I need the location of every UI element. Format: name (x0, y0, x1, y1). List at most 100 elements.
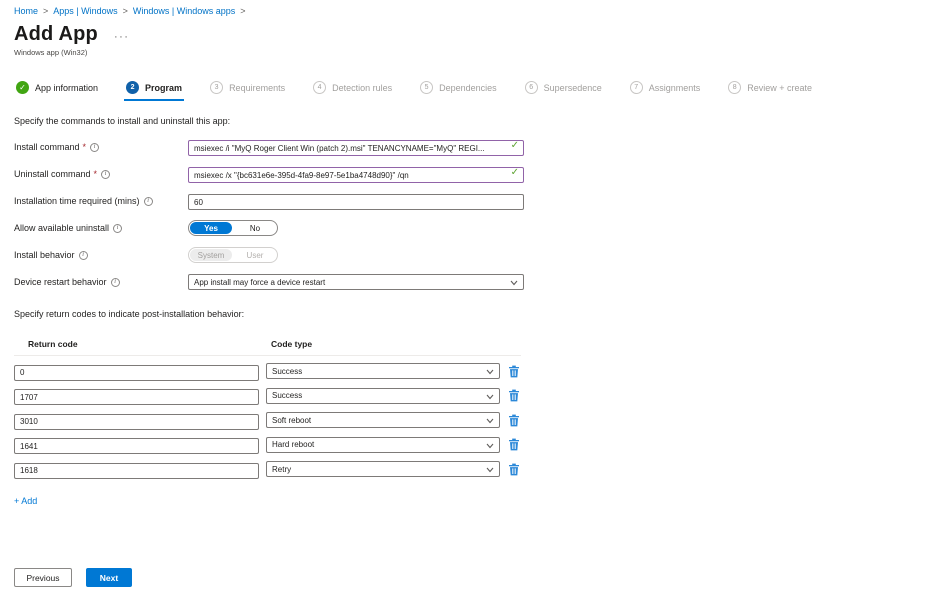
return-code-input[interactable] (14, 389, 259, 405)
step-label: Requirements (229, 83, 285, 93)
return-code-row: Retry (14, 460, 931, 479)
more-actions-ellipsis-icon[interactable]: ··· (114, 31, 130, 46)
field-label-text: Device restart behavior (14, 277, 107, 287)
code-type-select[interactable]: Hard reboot (266, 437, 500, 453)
trash-icon (508, 463, 520, 476)
install-time-input[interactable] (188, 194, 524, 210)
info-icon[interactable]: i (90, 143, 99, 152)
delete-row-button[interactable] (507, 413, 520, 427)
step-label: Dependencies (439, 83, 497, 93)
return-code-input[interactable] (14, 414, 259, 430)
breadcrumb-apps-windows[interactable]: Apps | Windows (53, 6, 117, 16)
breadcrumb-windows-apps[interactable]: Windows | Windows apps (133, 6, 235, 16)
step-label: App information (35, 83, 98, 93)
trash-icon (508, 438, 520, 451)
code-type-column-header: Code type (266, 339, 312, 349)
page-title: Add App (14, 23, 98, 46)
delete-row-button[interactable] (507, 438, 520, 452)
step-review-create[interactable]: 8 Review + create (726, 81, 814, 101)
wizard-footer: Previous Next (14, 568, 132, 587)
trash-icon (508, 365, 520, 378)
return-codes-header: Return code Code type (14, 339, 521, 356)
return-code-input[interactable] (14, 365, 259, 381)
info-icon[interactable]: i (79, 251, 88, 260)
step-label: Review + create (747, 83, 812, 93)
next-button[interactable]: Next (86, 568, 132, 587)
step-label: Assignments (649, 83, 701, 93)
delete-row-button[interactable] (507, 364, 520, 378)
breadcrumb-home[interactable]: Home (14, 6, 38, 16)
info-icon[interactable]: i (144, 197, 153, 206)
step-detection-rules[interactable]: 4 Detection rules (311, 81, 394, 101)
info-icon[interactable]: i (111, 278, 120, 287)
active-step-underline (124, 99, 184, 101)
code-type-select[interactable]: Soft reboot (266, 412, 500, 428)
previous-button[interactable]: Previous (14, 568, 72, 587)
select-value-text: Retry (272, 465, 291, 474)
step-requirements[interactable]: 3 Requirements (208, 81, 287, 101)
chevron-down-icon (510, 280, 518, 286)
step-label: Program (145, 83, 182, 93)
field-label-text: Install command (14, 142, 80, 152)
breadcrumb-separator: > (240, 6, 245, 16)
return-code-row: Soft reboot (14, 411, 931, 430)
step-number-badge: 5 (420, 81, 433, 94)
info-icon[interactable]: i (101, 170, 110, 179)
chevron-down-icon (486, 443, 494, 449)
uninstall-command-input[interactable] (188, 167, 524, 183)
toggle-option-user: User (234, 249, 276, 261)
install-command-label: Install command * i (14, 142, 188, 152)
step-complete-check-icon: ✓ (16, 81, 29, 94)
trash-icon (508, 389, 520, 402)
return-codes-intro-text: Specify return codes to indicate post-in… (14, 309, 931, 319)
chevron-down-icon (486, 418, 494, 424)
field-label-text: Installation time required (mins) (14, 196, 140, 206)
toggle-option-system: System (190, 249, 232, 261)
code-type-select[interactable]: Success (266, 363, 500, 379)
allow-available-uninstall-toggle: Yes No (188, 220, 278, 236)
select-value-text: Success (272, 367, 302, 376)
select-value-text: Hard reboot (272, 440, 314, 449)
step-label: Supersedence (544, 83, 602, 93)
device-restart-behavior-label: Device restart behavior i (14, 277, 188, 287)
install-command-input[interactable] (188, 140, 524, 156)
toggle-option-no[interactable]: No (234, 222, 276, 234)
chevron-down-icon (486, 467, 494, 473)
trash-icon (508, 414, 520, 427)
step-assignments[interactable]: 7 Assignments (628, 81, 703, 101)
wizard-steps: ✓ App information 2 Program 3 Requiremen… (14, 81, 931, 101)
chevron-down-icon (486, 394, 494, 400)
select-value-text: Success (272, 391, 302, 400)
step-number-badge: 8 (728, 81, 741, 94)
return-code-row: Success (14, 387, 931, 406)
code-type-select[interactable]: Retry (266, 461, 500, 477)
delete-row-button[interactable] (507, 462, 520, 476)
step-label: Detection rules (332, 83, 392, 93)
step-number-badge: 4 (313, 81, 326, 94)
return-code-column-header: Return code (14, 339, 266, 349)
add-return-code-link[interactable]: + Add (14, 496, 37, 506)
return-code-input[interactable] (14, 438, 259, 454)
commands-intro-text: Specify the commands to install and unin… (14, 116, 931, 126)
return-code-row: Hard reboot (14, 436, 931, 455)
step-number-badge: 3 (210, 81, 223, 94)
install-time-label: Installation time required (mins) i (14, 196, 188, 206)
install-behavior-toggle: System User (188, 247, 278, 263)
code-type-select[interactable]: Success (266, 388, 500, 404)
device-restart-behavior-select[interactable]: App install may force a device restart (188, 274, 524, 290)
field-label-text: Install behavior (14, 250, 75, 260)
step-dependencies[interactable]: 5 Dependencies (418, 81, 499, 101)
return-code-input[interactable] (14, 463, 259, 479)
field-label-text: Uninstall command (14, 169, 91, 179)
delete-row-button[interactable] (507, 389, 520, 403)
step-program[interactable]: 2 Program (124, 81, 184, 101)
select-value-text: App install may force a device restart (194, 278, 325, 287)
breadcrumb-separator: > (123, 6, 128, 16)
step-app-information[interactable]: ✓ App information (14, 81, 100, 101)
step-supersedence[interactable]: 6 Supersedence (523, 81, 604, 101)
install-behavior-label: Install behavior i (14, 250, 188, 260)
info-icon[interactable]: i (113, 224, 122, 233)
step-number-badge: 2 (126, 81, 139, 94)
add-app-wizard-page: Home > Apps | Windows > Windows | Window… (0, 0, 945, 594)
toggle-option-yes[interactable]: Yes (190, 222, 232, 234)
